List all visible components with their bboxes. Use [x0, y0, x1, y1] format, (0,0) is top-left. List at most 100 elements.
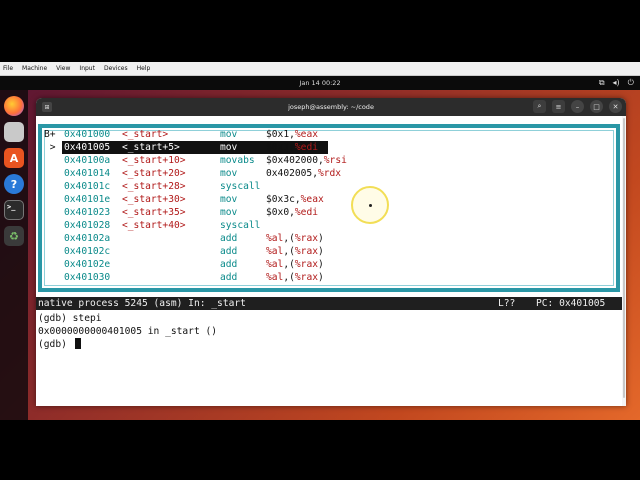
prompt-text: (gdb) [38, 339, 73, 350]
operand-text: ) [318, 233, 324, 244]
status-line: L?? [498, 298, 516, 309]
register: %eax [300, 194, 324, 205]
opcode: add [220, 233, 238, 244]
power-icon[interactable]: ⏻ [628, 78, 634, 88]
instruction-address: 0x401030 [64, 272, 111, 283]
asm-line[interactable]: 0x401014 <_start+20> mov 0x402005,%rdx [44, 167, 616, 180]
files-icon[interactable] [4, 122, 24, 142]
operand-text: 0x402005, [266, 168, 318, 179]
dock: A? >_ ♻ [0, 90, 28, 420]
asm-line[interactable]: 0x401030 add %al,(%rax) [44, 271, 616, 284]
vm-menu-devices[interactable]: Devices [104, 65, 128, 72]
register: %edi [294, 207, 318, 218]
vm-menu-input[interactable]: Input [79, 65, 95, 72]
operands: $0x0,%edi [266, 206, 318, 219]
register: %al [266, 259, 284, 270]
clock[interactable]: Jan 14 00:22 [299, 79, 340, 87]
instruction-address: 0x401000 [64, 129, 111, 140]
instruction-address: 0x401028 [64, 220, 111, 231]
instruction-address: 0x40102c [64, 246, 111, 257]
volume-icon[interactable]: ◂) [613, 78, 620, 88]
top-bar: Jan 14 00:22 ⧉ ◂) ⏻ [0, 76, 640, 90]
operands: %al,(%rax) [266, 271, 324, 284]
asm-line[interactable]: 0x40101c <_start+28> syscall [44, 180, 616, 193]
help-icon[interactable]: ? [4, 174, 24, 194]
asm-line[interactable]: 0x40102c add %al,(%rax) [44, 245, 616, 258]
console-line: (gdb) stepi [38, 313, 102, 324]
app-store-icon[interactable]: A [4, 148, 24, 168]
asm-line[interactable]: >0x401005 <_start+5> mov $0x1,%edi [44, 141, 616, 154]
asm-line[interactable]: 0x40100a <_start+10> movabs $0x402000,%rsi [44, 154, 616, 167]
asm-line[interactable]: B+ 0x401000 <_start> mov $0x1,%eax [44, 128, 616, 141]
terminal-content[interactable]: B+ 0x401000 <_start> mov $0x1,%eax >0x401005… [36, 116, 626, 406]
scrollbar[interactable] [622, 116, 626, 406]
desktop: Jan 14 00:22 ⧉ ◂) ⏻ A? >_ ♻ ⊞ joseph@assem… [0, 76, 640, 420]
trash-icon[interactable]: ♻ [4, 226, 24, 246]
operand-text: ) [318, 259, 324, 270]
terminal-icon[interactable]: >_ [4, 200, 24, 220]
console-line: 0x0000000000401005 in _start () [38, 326, 218, 337]
operand-text: $0x402000, [266, 155, 324, 166]
operand-text: ,( [283, 259, 295, 270]
vm-menu-help[interactable]: Help [137, 65, 151, 72]
symbol-offset: <_start+28> [122, 181, 186, 192]
vm-menu-file[interactable]: File [3, 65, 13, 72]
operands: %al,(%rax) [266, 245, 324, 258]
operand-text: $0x0, [266, 207, 295, 218]
opcode: mov [220, 207, 238, 218]
system-tray[interactable]: ⧉ ◂) ⏻ [599, 78, 634, 88]
operands: $0x1,%edi [266, 141, 318, 154]
console-prompt[interactable]: (gdb) [38, 338, 626, 351]
symbol-offset: <_start+10> [122, 155, 186, 166]
opcode: add [220, 246, 238, 257]
operand-text: $0x1, [266, 129, 295, 140]
firefox-icon[interactable] [4, 96, 24, 116]
opcode: syscall [220, 181, 261, 192]
operand-text: ,( [283, 233, 295, 244]
vm-menubar: File Machine View Input Devices Help [0, 62, 640, 76]
symbol-offset: <_start+5> [122, 142, 180, 153]
opcode: add [220, 272, 238, 283]
status-process: native process 5245 (asm) In: _start [38, 298, 246, 309]
search-button[interactable]: ⌕ [533, 100, 546, 113]
vm-menu-machine[interactable]: Machine [22, 65, 47, 72]
operands: 0x402005,%rdx [266, 167, 341, 180]
symbol-offset: <_start+40> [122, 220, 186, 231]
register: %eax [294, 129, 318, 140]
register: %rax [294, 259, 318, 270]
opcode: mov [220, 194, 238, 205]
close-button[interactable]: ✕ [609, 100, 622, 113]
asm-line[interactable]: 0x40102e add %al,(%rax) [44, 258, 616, 271]
operands: %al,(%rax) [266, 232, 324, 245]
minimize-button[interactable]: – [571, 100, 584, 113]
opcode: add [220, 259, 238, 270]
maximize-button[interactable]: □ [590, 100, 603, 113]
menu-button[interactable]: ≡ [552, 100, 565, 113]
title-bar[interactable]: ⊞ joseph@assembly: ~/code ⌕ ≡ – □ ✕ [36, 98, 626, 116]
operands: $0x3c,%eax [266, 193, 324, 206]
asm-layout-panel: B+ 0x401000 <_start> mov $0x1,%eax >0x401005… [38, 124, 620, 292]
register: %rax [294, 272, 318, 283]
register: %al [266, 246, 284, 257]
instruction-address: 0x40101e [64, 194, 111, 205]
operands: $0x1,%eax [266, 128, 318, 141]
asm-line[interactable]: 0x40102a add %al,(%rax) [44, 232, 616, 245]
register: %rax [294, 246, 318, 257]
vm-menu-view[interactable]: View [56, 65, 70, 72]
opcode: mov [220, 142, 238, 153]
operand-text: ) [318, 272, 324, 283]
asm-line[interactable]: 0x40101e <_start+30> mov $0x3c,%eax [44, 193, 616, 206]
asm-line[interactable]: 0x401028 <_start+40> syscall [44, 219, 616, 232]
register: %edi [294, 142, 318, 153]
operands: %al,(%rax) [266, 258, 324, 271]
operand-text: $0x3c, [266, 194, 301, 205]
terminal-window: ⊞ joseph@assembly: ~/code ⌕ ≡ – □ ✕ B+ 0x… [36, 98, 626, 406]
mouse-pointer [369, 204, 372, 207]
instruction-address: 0x40101c [64, 181, 111, 192]
new-tab-button[interactable]: ⊞ [42, 102, 52, 112]
symbol-offset: <_start> [122, 129, 169, 140]
network-icon[interactable]: ⧉ [599, 78, 605, 88]
asm-line[interactable]: 0x401023 <_start+35> mov $0x0,%edi [44, 206, 616, 219]
operands: $0x402000,%rsi [266, 154, 347, 167]
text-cursor [74, 338, 81, 349]
